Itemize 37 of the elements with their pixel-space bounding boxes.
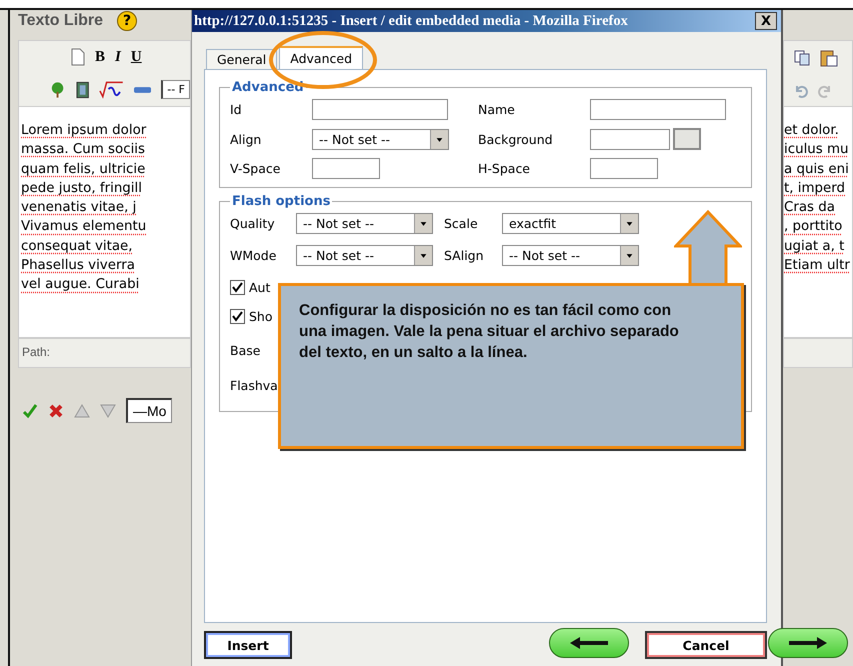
text-line: quam felis, ultricie <box>21 162 146 177</box>
text-line: massa. Cum sociis <box>21 142 146 158</box>
field-label: Scale <box>444 216 479 231</box>
text-line: consequat vitae, <box>21 238 133 254</box>
window-title: http://127.0.0.1:51235 - Insert / edit embedded media - Mozilla Firefox <box>194 12 628 30</box>
field-label: Background <box>478 132 554 146</box>
text-line: vel augue. Curabi <box>21 277 140 292</box>
checkbox-label: Aut <box>249 280 270 295</box>
field-label: WMode <box>230 248 278 263</box>
field-label: Id <box>230 102 243 117</box>
text-line: Phasellus viverra <box>21 258 135 274</box>
path-label: Path: <box>22 345 50 359</box>
text-line: , porttito <box>784 219 842 234</box>
text-line: Lorem ipsum dolor <box>21 123 146 138</box>
checkbox-label: Sho <box>249 309 273 324</box>
field-label: Name <box>478 102 516 117</box>
text-line: ugiat a, t <box>784 238 844 254</box>
field-label: V-Space <box>230 161 282 176</box>
field-label: Base <box>230 343 260 358</box>
section-legend: Advanced <box>230 80 306 95</box>
text-line: Etiam ultr <box>784 258 850 274</box>
text-line: et dolor. <box>784 123 839 138</box>
field-label: H-Space <box>478 161 532 176</box>
text-line: Vivamus elementu <box>21 219 146 234</box>
text-line: pede justo, fringill <box>21 180 142 196</box>
text-line: venenatis vitae, j <box>21 200 136 216</box>
section-legend: Flash options <box>230 194 332 209</box>
text-line: a quis eni <box>784 162 849 177</box>
field-label: SAlign <box>444 248 485 263</box>
text-line: Cras da <box>784 200 835 216</box>
field-label: Quality <box>230 216 276 231</box>
field-label: Align <box>230 132 262 146</box>
text-line: t, imperd <box>784 180 846 196</box>
panel-title: Texto Libre <box>18 12 104 30</box>
text-line: iculus mu <box>784 142 849 158</box>
callout-text: Configurar la disposición no es tan fácil como con una imagen. Vale la pena situar el archivo separado del texto, en un salto a la línea. <box>299 301 680 363</box>
field-label: Flashva <box>230 378 278 393</box>
